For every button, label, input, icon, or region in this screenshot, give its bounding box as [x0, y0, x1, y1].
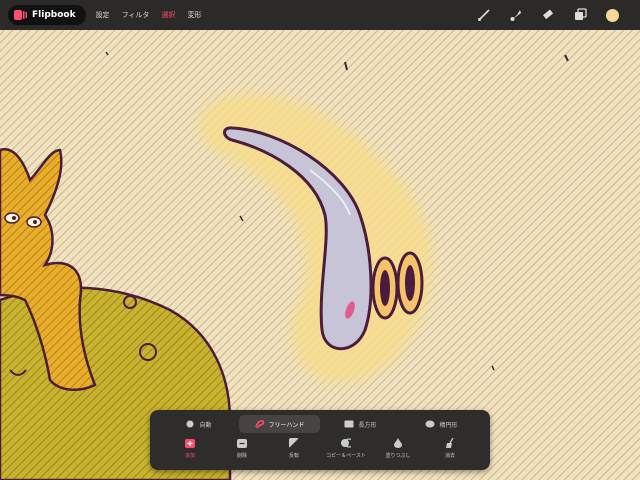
mode-rectangle[interactable]: 長方形: [320, 415, 401, 433]
action-invert[interactable]: 反転: [268, 438, 320, 468]
action-fill[interactable]: 塗りつぶし: [372, 438, 424, 468]
selection-actions: 追加 削除 反転 コピー＆ペースト 塗りつぶし 消去: [164, 438, 476, 468]
rectangle-icon: [344, 419, 354, 429]
menu-select[interactable]: 選択: [155, 10, 181, 20]
menu-settings[interactable]: 設定: [90, 10, 116, 20]
action-remove[interactable]: 削除: [216, 438, 268, 468]
current-color-dot: [605, 8, 619, 22]
fill-icon: [393, 438, 403, 448]
brush-icon[interactable]: [474, 5, 494, 25]
top-menu: 設定 フィルタ 選択 変形: [90, 10, 208, 20]
menu-filter[interactable]: フィルタ: [116, 10, 156, 20]
mode-ellipse-label: 楕円形: [439, 421, 458, 429]
clear-icon: [445, 438, 455, 448]
action-remove-label: 削除: [236, 453, 247, 459]
mode-ellipse[interactable]: 楕円形: [401, 415, 482, 433]
top-bar: Flipbook 設定 フィルタ 選択 変形: [0, 0, 640, 30]
invert-icon: [289, 438, 299, 448]
flipbook-logo-icon: [14, 10, 27, 20]
mode-auto[interactable]: 自動: [158, 415, 239, 433]
action-add-label: 追加: [184, 453, 195, 459]
smudge-icon[interactable]: [506, 5, 526, 25]
mode-auto-label: 自動: [199, 421, 212, 429]
layers-icon[interactable]: [570, 5, 590, 25]
mode-freehand-label: フリーハンド: [268, 421, 305, 429]
action-add[interactable]: 追加: [164, 438, 216, 468]
action-copy-paste-label: コピー＆ペースト: [326, 453, 366, 459]
action-clear[interactable]: 消去: [424, 438, 476, 468]
add-icon: [185, 438, 195, 448]
copy-paste-icon: [341, 438, 351, 448]
action-clear-label: 消去: [444, 453, 455, 459]
lasso-icon: [254, 419, 265, 429]
tool-group: [474, 5, 622, 25]
drawing-canvas[interactable]: [0, 0, 640, 480]
action-copy-paste[interactable]: コピー＆ペースト: [320, 438, 372, 468]
eraser-icon[interactable]: [538, 5, 558, 25]
mode-rectangle-label: 長方形: [358, 421, 377, 429]
ellipse-icon: [425, 419, 435, 429]
action-invert-label: 反転: [288, 453, 299, 459]
circle-icon: [185, 419, 195, 429]
mode-freehand[interactable]: フリーハンド: [239, 415, 320, 433]
color-swatch[interactable]: [602, 5, 622, 25]
remove-icon: [237, 438, 247, 448]
app-name: Flipbook: [32, 10, 76, 20]
selection-panel: 自動 フリーハンド 長方形 楕円形 追加 削除 反転 コピー＆ペースト 塗りつぶ…: [150, 410, 490, 470]
menu-transform[interactable]: 変形: [181, 10, 207, 20]
selection-modes: 自動 フリーハンド 長方形 楕円形: [158, 415, 482, 433]
action-fill-label: 塗りつぶし: [385, 453, 411, 459]
app-menu-button[interactable]: Flipbook: [8, 5, 86, 25]
